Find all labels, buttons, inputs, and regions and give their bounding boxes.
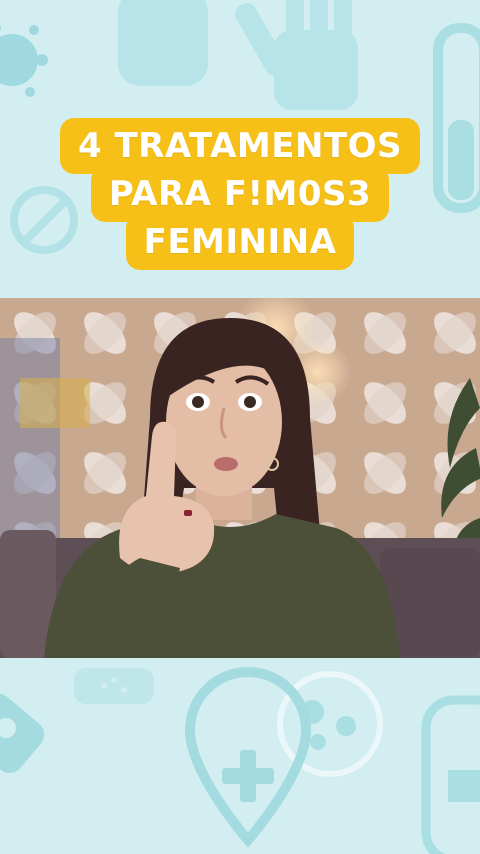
title-banner: 4 TRATAMENTOS PARA F!M0S3 FEMININA: [0, 118, 480, 270]
bandage-icon: [74, 668, 154, 704]
wall-panel: [20, 378, 90, 428]
title-line-3: FEMININA: [125, 214, 355, 270]
pupil: [192, 396, 204, 408]
nail: [184, 510, 192, 516]
mouth: [214, 457, 238, 471]
video-frame[interactable]: [0, 298, 480, 658]
wall-panel: [0, 338, 60, 538]
pupil: [244, 396, 256, 408]
